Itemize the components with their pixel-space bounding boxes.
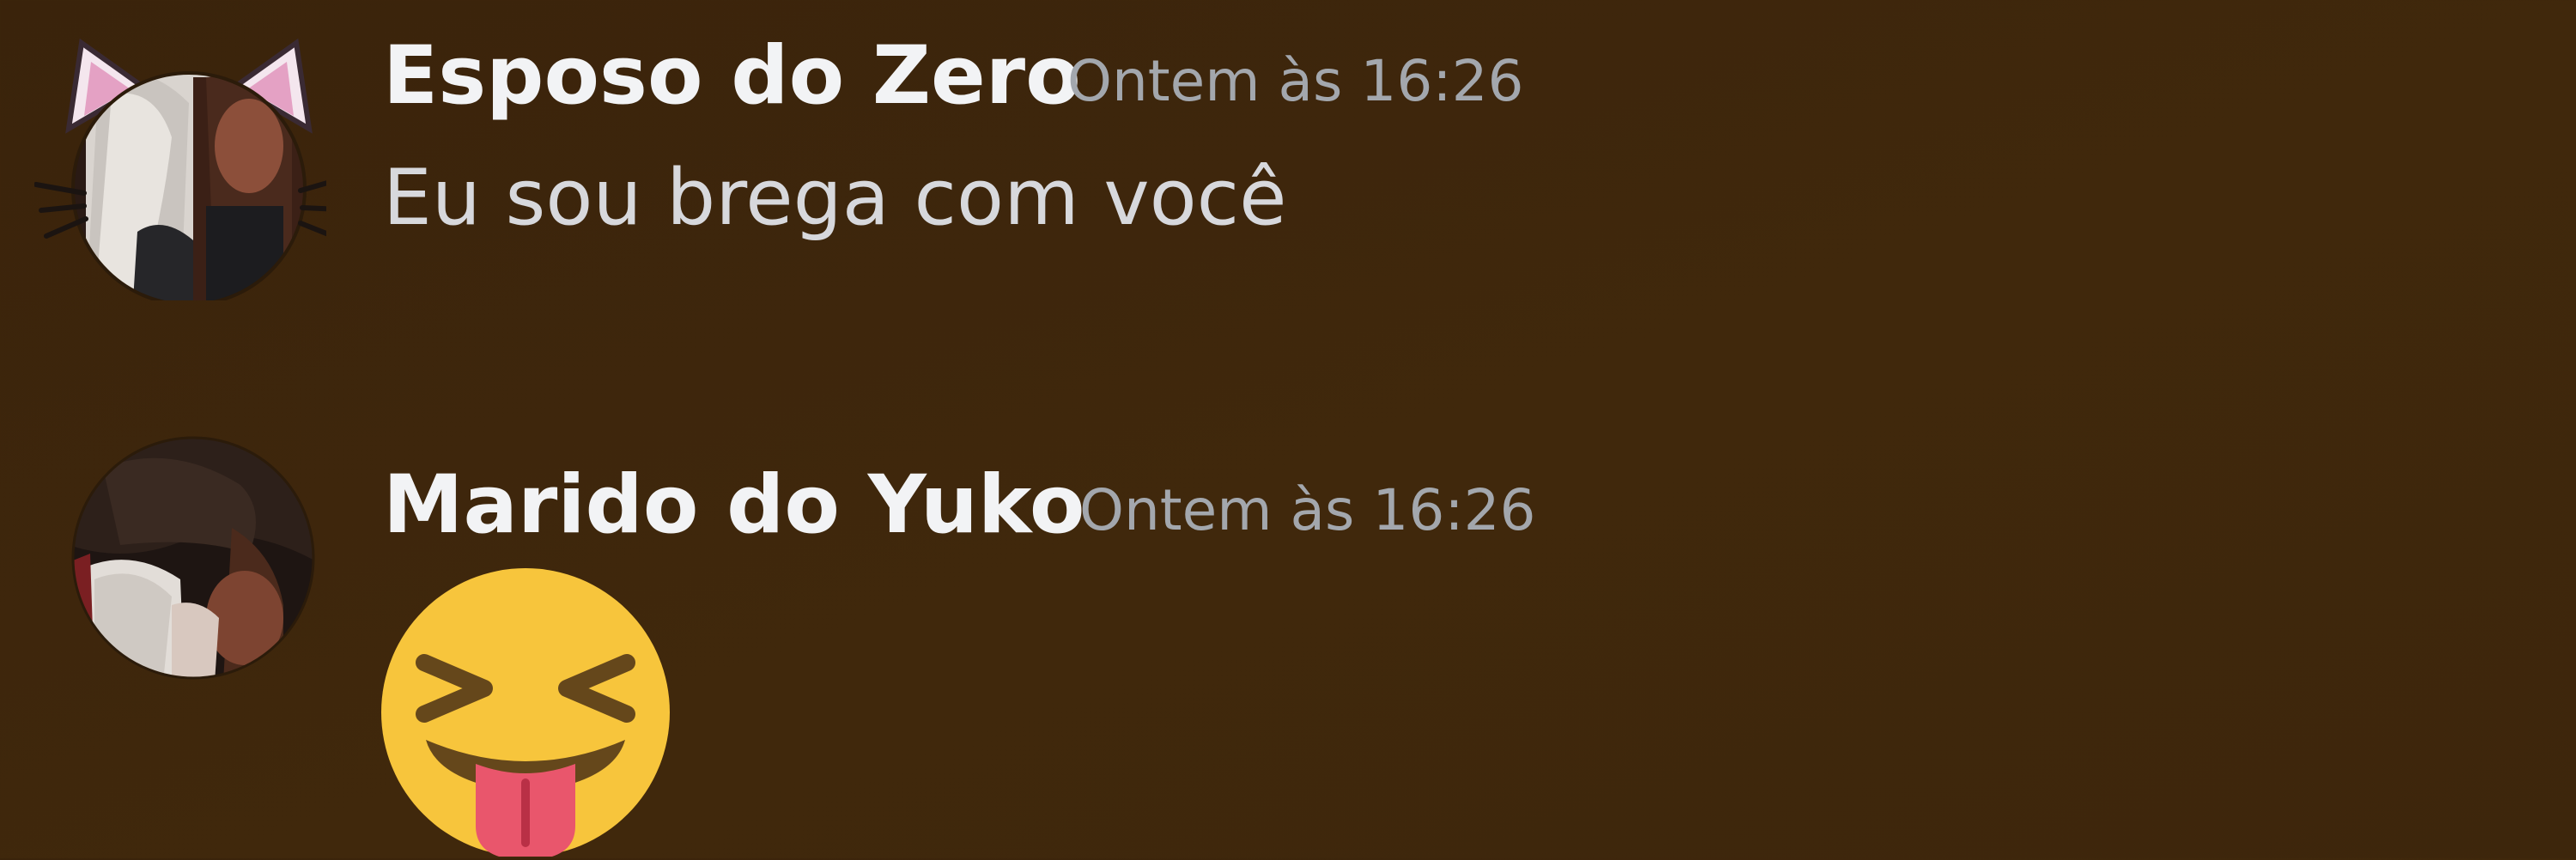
avatar[interactable] (69, 433, 318, 682)
cat-ears-avatar-icon (34, 38, 326, 300)
message-timestamp: Ontem às 16:26 (1079, 477, 1536, 543)
message-text: Eu sou brega com você (383, 153, 1287, 243)
avatar-icon (71, 436, 315, 680)
squinting-face-with-tongue-icon[interactable] (381, 568, 670, 860)
message-timestamp: Ontem às 16:26 (1067, 48, 1524, 114)
avatar[interactable] (34, 26, 326, 300)
author-name[interactable]: Marido do Yuko (383, 465, 1084, 546)
author-name[interactable]: Esposo do Zero (383, 36, 1081, 117)
chat-message: Marido do Yuko Ontem às 16:26 (0, 429, 2576, 860)
chat-message: Esposo do Zero Ontem às 16:26 Eu sou bre… (0, 0, 2576, 309)
